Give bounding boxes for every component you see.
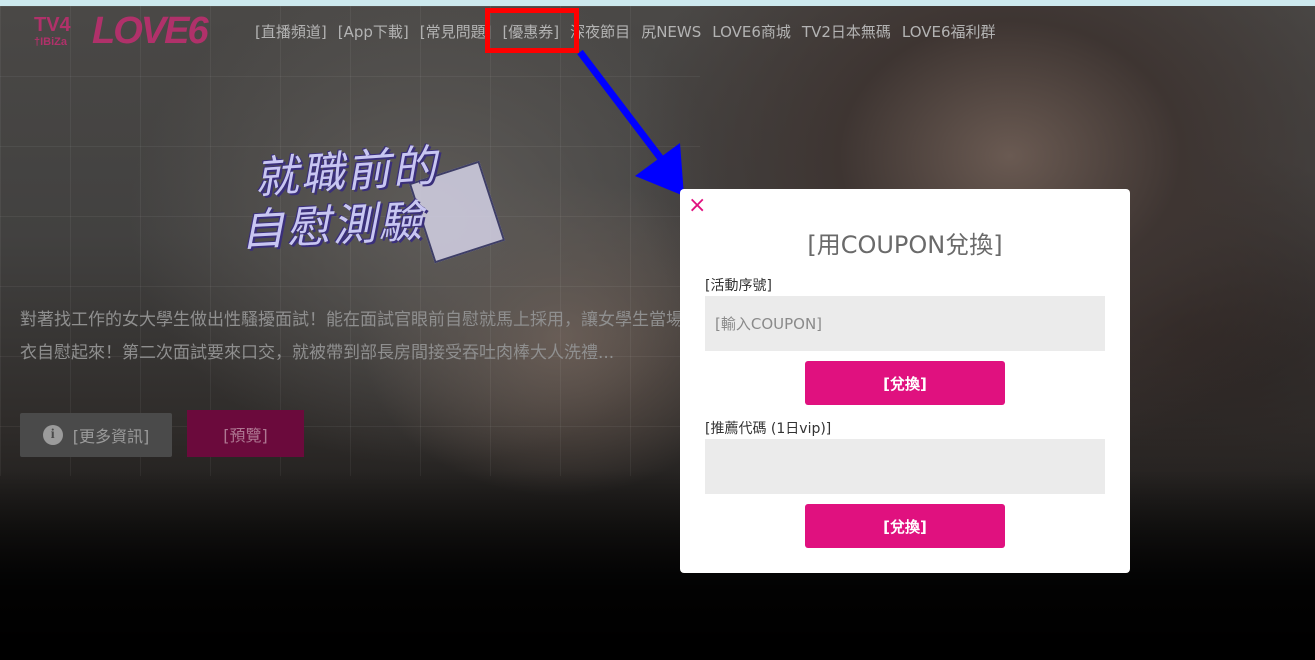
modal-title: [用COUPON兌換] — [807, 231, 1003, 259]
nav-item-shop[interactable]: LOVE6商城 — [712, 22, 791, 44]
preview-button[interactable]: [預覽] — [187, 410, 304, 457]
more-info-label: [更多資訊] — [72, 427, 150, 446]
logo-tv4-text: TV4 — [34, 14, 71, 36]
info-icon: i — [42, 425, 63, 445]
nav-item-live-channels[interactable]: [直播頻道] — [255, 22, 327, 44]
coupon-code-input[interactable] — [705, 296, 1105, 351]
logo-ibiza-text: †IBiZa — [34, 36, 68, 48]
nav-item-app-download[interactable]: [App下載] — [338, 22, 409, 44]
show-title-line2: 自慰測驗 — [239, 196, 426, 257]
show-description: 對著找工作的女大學生做出性騷擾面試！能在面試官眼前自慰就馬上採用，讓女學生當場脫… — [20, 310, 700, 363]
redeem-referral-button[interactable]: [兌換] — [805, 504, 1005, 548]
page: TV4 †IBiZa LOVE6 [直播頻道] [App下載] [常見問題] [… — [0, 0, 1315, 660]
coupon-highlight-box — [485, 8, 579, 53]
nav-item-tv2[interactable]: TV2日本無碼 — [802, 22, 891, 44]
referral-code-input[interactable] — [705, 439, 1105, 494]
show-title-art: 就職前的 自慰測驗 — [239, 130, 540, 280]
nav-item-late-night[interactable]: 深夜節目 — [570, 22, 630, 44]
more-info-button[interactable]: i [更多資訊] — [20, 413, 172, 457]
top-nav: [直播頻道] [App下載] [常見問題] [優惠券] 深夜節目 尻NEWS L… — [255, 22, 1007, 44]
nav-item-news[interactable]: 尻NEWS — [641, 22, 701, 44]
redeem-coupon-button[interactable]: [兌換] — [805, 361, 1005, 405]
preview-label: [預覽] — [223, 425, 268, 445]
nav-item-faq[interactable]: [常見問題] — [420, 22, 492, 44]
referral-code-label: [推薦代碼 (1日vip)] — [705, 421, 832, 437]
coupon-modal: × [用COUPON兌換] [活動序號] [兌換] [推薦代碼 (1日vip)]… — [680, 189, 1130, 573]
nav-item-welfare-group[interactable]: LOVE6福利群 — [902, 22, 996, 44]
close-icon[interactable]: × — [688, 193, 706, 219]
logo-love6-text: LOVE6 — [92, 10, 209, 52]
event-code-label: [活動序號] — [705, 278, 772, 294]
